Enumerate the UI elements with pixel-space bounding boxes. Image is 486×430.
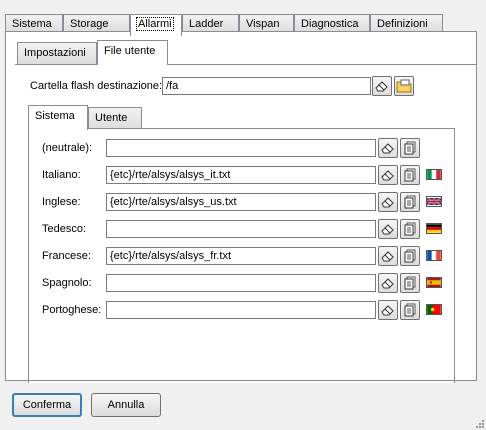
tab-vispan[interactable]: Vispan xyxy=(239,14,294,32)
language-neutrale-field[interactable] xyxy=(106,139,376,157)
germany-flag-icon xyxy=(426,223,442,234)
language-tedesco-browse-button[interactable] xyxy=(400,219,420,239)
panel-bottom-border xyxy=(5,380,477,381)
eraser-icon xyxy=(375,81,388,92)
language-neutrale-label: (neutrale): xyxy=(42,142,93,154)
cancel-button[interactable]: Annulla xyxy=(91,393,161,417)
italy-flag-icon xyxy=(426,169,442,180)
tab-diagnostica[interactable]: Diagnostica xyxy=(294,14,370,32)
language-italiano-clear-button[interactable] xyxy=(378,165,398,185)
language-inglese-browse-button[interactable] xyxy=(400,192,420,212)
tab-ladder[interactable]: Ladder xyxy=(182,14,239,32)
language-tedesco-clear-button[interactable] xyxy=(378,219,398,239)
language-neutrale-clear-button[interactable] xyxy=(378,138,398,158)
file-list-icon xyxy=(404,141,416,155)
file-list-icon xyxy=(404,195,416,209)
confirm-button[interactable]: Conferma xyxy=(12,393,82,417)
file-list-icon xyxy=(404,222,416,236)
eraser-icon xyxy=(381,251,394,262)
eraser-icon xyxy=(381,278,394,289)
language-tedesco-label: Tedesco: xyxy=(42,223,87,235)
language-francese-browse-button[interactable] xyxy=(400,246,420,266)
eraser-icon xyxy=(381,224,394,235)
language-spagnolo-browse-button[interactable] xyxy=(400,273,420,293)
tab-definizioni[interactable]: Definizioni xyxy=(370,14,443,32)
tab-storage[interactable]: Storage xyxy=(63,14,130,32)
eraser-icon xyxy=(381,143,394,154)
tab-file-utente[interactable]: File utente xyxy=(97,40,168,65)
language-tedesco-field[interactable] xyxy=(106,220,376,238)
file-list-icon xyxy=(404,249,416,263)
uk-flag-icon xyxy=(426,196,442,207)
eraser-icon xyxy=(381,170,394,181)
file-list-icon xyxy=(404,168,416,182)
language-francese-clear-button[interactable] xyxy=(378,246,398,266)
eraser-icon xyxy=(381,197,394,208)
clear-destination-button[interactable] xyxy=(372,76,392,96)
destination-field[interactable]: /fa xyxy=(162,77,371,95)
file-list-icon xyxy=(404,276,416,290)
language-francese-field[interactable]: {etc}/rte/alsys/alsys_fr.txt xyxy=(106,247,376,265)
language-spagnolo-label: Spagnolo: xyxy=(42,277,92,289)
browse-destination-button[interactable] xyxy=(394,76,414,96)
france-flag-icon xyxy=(426,250,442,261)
sub-tab-divider xyxy=(15,64,477,65)
language-portoghese-field[interactable] xyxy=(106,301,376,319)
destination-label: Cartella flash destinazione: xyxy=(30,80,163,92)
language-portoghese-browse-button[interactable] xyxy=(400,300,420,320)
language-portoghese-label: Portoghese: xyxy=(42,304,102,316)
language-italiano-field[interactable]: {etc}/rte/alsys/alsys_it.txt xyxy=(106,166,376,184)
folder-icon xyxy=(396,79,412,93)
language-inglese-clear-button[interactable] xyxy=(378,192,398,212)
language-inglese-label: Inglese: xyxy=(42,196,81,208)
language-italiano-label: Italiano: xyxy=(42,169,81,181)
language-italiano-browse-button[interactable] xyxy=(400,165,420,185)
tab-lang-utente[interactable]: Utente xyxy=(88,107,142,129)
tab-impostazioni[interactable]: Impostazioni xyxy=(17,42,97,64)
main-tab-bar: Sistema Storage Allarmi Ladder Vispan Di… xyxy=(4,4,482,36)
language-francese-label: Francese: xyxy=(42,250,91,262)
language-spagnolo-clear-button[interactable] xyxy=(378,273,398,293)
tab-lang-sistema[interactable]: Sistema xyxy=(28,105,88,130)
file-list-icon xyxy=(404,303,416,317)
language-neutrale-browse-button[interactable] xyxy=(400,138,420,158)
tab-allarmi[interactable]: Allarmi xyxy=(130,14,182,36)
resize-grip-icon[interactable] xyxy=(474,418,484,428)
eraser-icon xyxy=(381,305,394,316)
tab-sistema[interactable]: Sistema xyxy=(5,14,63,32)
language-inglese-field[interactable]: {etc}/rte/alsys/alsys_us.txt xyxy=(106,193,376,211)
portugal-flag-icon xyxy=(426,304,442,315)
language-portoghese-clear-button[interactable] xyxy=(378,300,398,320)
language-spagnolo-field[interactable] xyxy=(106,274,376,292)
spain-flag-icon xyxy=(426,277,442,288)
